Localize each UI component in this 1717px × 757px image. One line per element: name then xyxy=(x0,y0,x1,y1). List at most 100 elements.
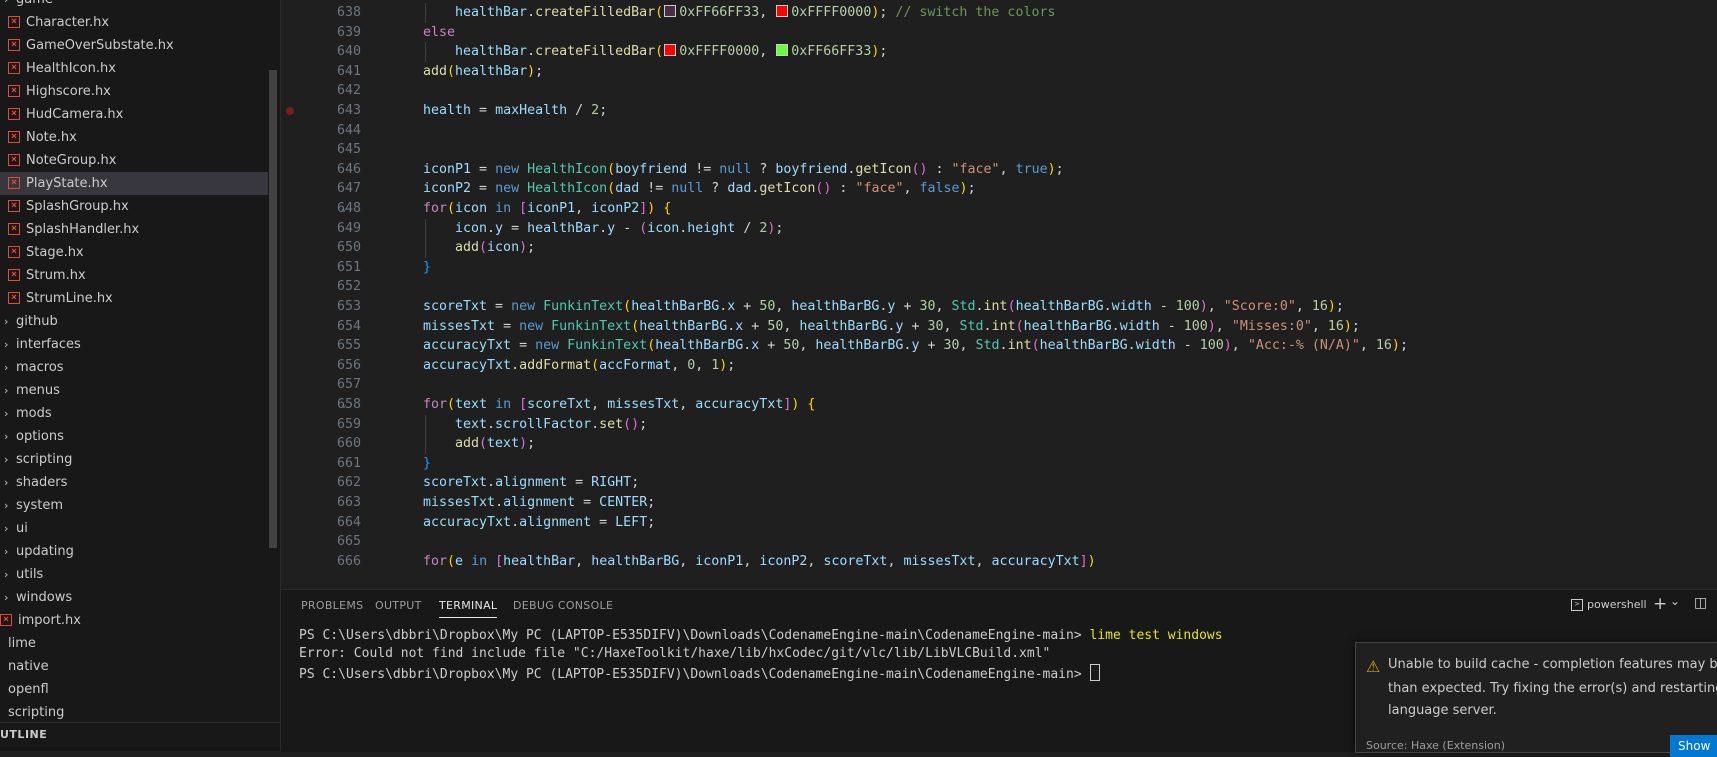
tree-file-item[interactable]: ×PlayState.hx xyxy=(0,172,268,195)
tree-root-folder[interactable]: ›native xyxy=(0,655,268,678)
code-token: healthBarBG xyxy=(1024,319,1112,334)
code-line[interactable]: 656accuracyTxt.addFormat(accFormat, 0, 1… xyxy=(281,356,1717,376)
terminal-shell-label[interactable]: powershell xyxy=(1587,598,1647,611)
code-line[interactable]: 657 xyxy=(281,375,1717,395)
split-terminal-icon[interactable]: ◫ xyxy=(1694,595,1707,611)
tree-folder-item[interactable]: ›shaders xyxy=(0,471,268,494)
tree-folder-item[interactable]: ›github xyxy=(0,310,268,333)
tree-file-item[interactable]: ×Highscore.hx xyxy=(0,80,268,103)
code-line[interactable]: 640healthBar.createFilledBar(0xFFFF0000,… xyxy=(281,42,1717,62)
code-line[interactable]: 643health = maxHealth / 2; xyxy=(281,101,1717,121)
tree-folder-game[interactable]: ›game xyxy=(0,0,268,11)
code-line[interactable]: 655accuracyTxt = new FunkinText(healthBa… xyxy=(281,336,1717,356)
code-token: ( xyxy=(447,201,455,216)
code-line[interactable]: 642 xyxy=(281,81,1717,101)
tree-folder-item[interactable]: ›mods xyxy=(0,402,268,425)
tree-folder-item[interactable]: ›menus xyxy=(0,379,268,402)
code-line[interactable]: 660add(text); xyxy=(281,434,1717,454)
code-token: Std xyxy=(976,338,1000,353)
code-line[interactable]: 663missesTxt.alignment = CENTER; xyxy=(281,493,1717,513)
tree-file-item[interactable]: ×SplashGroup.hx xyxy=(0,195,268,218)
code-text: accuracyTxt.addFormat(accFormat, 0, 1); xyxy=(423,356,735,376)
code-line[interactable]: 654missesTxt = new FunkinText(healthBarB… xyxy=(281,317,1717,337)
panel-tab-output[interactable]: OUTPUT xyxy=(375,599,422,612)
fold-chevron-icon[interactable]: ⌄ xyxy=(341,395,347,415)
panel-tab-problems[interactable]: PROBLEMS xyxy=(301,599,363,612)
code-token: ; xyxy=(1056,162,1064,177)
haxe-file-icon: × xyxy=(8,39,20,51)
code-token: ( xyxy=(479,240,487,255)
color-swatch[interactable] xyxy=(776,5,788,17)
code-line[interactable]: 646iconP1 = new HealthIcon(boyfriend != … xyxy=(281,160,1717,180)
tree-file-item[interactable]: ×NoteGroup.hx xyxy=(0,149,268,172)
code-token: . xyxy=(976,299,984,314)
code-line[interactable]: 649icon.y = healthBar.y - (icon.height /… xyxy=(281,219,1717,239)
tree-file-item[interactable]: ×Note.hx xyxy=(0,126,268,149)
tree-file-item[interactable]: ×Strum.hx xyxy=(0,264,268,287)
tree-folder-item[interactable]: ›interfaces xyxy=(0,333,268,356)
code-line[interactable]: 662scoreTxt.alignment = RIGHT; xyxy=(281,473,1717,493)
code-line[interactable]: 639 else xyxy=(281,23,1717,43)
tree-root-folder[interactable]: ›lime xyxy=(0,632,268,655)
panel-tab-terminal[interactable]: TERMINAL xyxy=(439,599,497,618)
code-line[interactable]: 638healthBar.createFilledBar(0xFF66FF33,… xyxy=(281,3,1717,23)
code-line[interactable]: 652 xyxy=(281,277,1717,297)
code-line[interactable]: 659text.scrollFactor.set(); xyxy=(281,415,1717,435)
tree-file-item[interactable]: ×HealthIcon.hx xyxy=(0,57,268,80)
haxe-file-icon: × xyxy=(8,200,20,212)
tree-folder-item[interactable]: ›macros xyxy=(0,356,268,379)
new-terminal-icon[interactable]: + xyxy=(1653,594,1667,614)
tree-root-folder[interactable]: ›scripting xyxy=(0,701,268,724)
code-line[interactable]: 648⌄for(icon in [iconP1, iconP2]) { xyxy=(281,199,1717,219)
code-line[interactable]: 641add(healthBar); xyxy=(281,62,1717,82)
code-token: add xyxy=(455,436,479,451)
tree-file-item[interactable]: ×HudCamera.hx xyxy=(0,103,268,126)
line-number: 639 xyxy=(281,23,361,43)
code-line[interactable]: 661} xyxy=(281,454,1717,474)
tree-folder-item[interactable]: ›utils xyxy=(0,563,268,586)
code-line[interactable]: 658⌄for(text in [scoreTxt, missesTxt, ac… xyxy=(281,395,1717,415)
code-line[interactable]: 665 xyxy=(281,532,1717,552)
tree-root-folder[interactable]: ›openfl xyxy=(0,678,268,701)
line-number: 638 xyxy=(281,3,361,23)
tree-file-item[interactable]: ×GameOverSubstate.hx xyxy=(0,34,268,57)
code-line[interactable]: 664accuracyTxt.alignment = LEFT; xyxy=(281,513,1717,533)
code-editor[interactable]: 638healthBar.createFilledBar(0xFF66FF33,… xyxy=(281,0,1717,588)
code-line[interactable]: 666for(e in [healthBar, healthBarBG, ico… xyxy=(281,552,1717,572)
tree-folder-item[interactable]: ›updating xyxy=(0,540,268,563)
tree-folder-item[interactable]: ›options xyxy=(0,425,268,448)
color-swatch[interactable] xyxy=(664,5,676,17)
tree-folder-item[interactable]: ›windows xyxy=(0,586,268,609)
sidebar-scrollbar[interactable] xyxy=(269,70,277,548)
terminal-line-3[interactable]: PS C:\Users\dbbri\Dropbox\My PC (LAPTOP-… xyxy=(299,664,1100,682)
tree-folder-item[interactable]: ›ui xyxy=(0,517,268,540)
indent-guide xyxy=(425,3,426,23)
fold-chevron-icon[interactable]: ⌄ xyxy=(341,199,347,219)
code-line[interactable]: 644 xyxy=(281,121,1717,141)
code-line[interactable]: 650add(icon); xyxy=(281,238,1717,258)
color-swatch[interactable] xyxy=(664,44,676,56)
terminal-dropdown-icon[interactable]: ⌄ xyxy=(1670,594,1680,608)
color-swatch[interactable] xyxy=(776,44,788,56)
code-token: y xyxy=(607,221,615,236)
tree-file-item[interactable]: ×StrumLine.hx xyxy=(0,287,268,310)
code-token: text xyxy=(455,417,487,432)
panel-tab-debug-console[interactable]: DEBUG CONSOLE xyxy=(513,599,613,612)
tree-file-item[interactable]: ×Stage.hx xyxy=(0,241,268,264)
tree-file-item[interactable]: ×Character.hx xyxy=(0,11,268,34)
code-line[interactable]: 653scoreTxt = new FunkinText(healthBarBG… xyxy=(281,297,1717,317)
tree-file-import[interactable]: ×import.hx xyxy=(0,609,268,632)
code-line[interactable]: 647iconP2 = new HealthIcon(dad != null ?… xyxy=(281,179,1717,199)
notification-show-button[interactable]: Show xyxy=(1670,735,1717,757)
tree-item-label: Highscore.hx xyxy=(26,80,111,103)
code-token: () xyxy=(623,417,639,432)
tree-folder-item[interactable]: ›scripting xyxy=(0,448,268,471)
tree-file-item[interactable]: ×SplashHandler.hx xyxy=(0,218,268,241)
code-line[interactable]: 645 xyxy=(281,140,1717,160)
code-line[interactable]: 651} xyxy=(281,258,1717,278)
outline-section-header[interactable]: UTLINE xyxy=(0,722,280,747)
tree-folder-item[interactable]: ›system xyxy=(0,494,268,517)
code-token: iconP1 xyxy=(695,554,743,569)
code-text: else xyxy=(423,23,455,43)
code-token: / xyxy=(567,103,591,118)
